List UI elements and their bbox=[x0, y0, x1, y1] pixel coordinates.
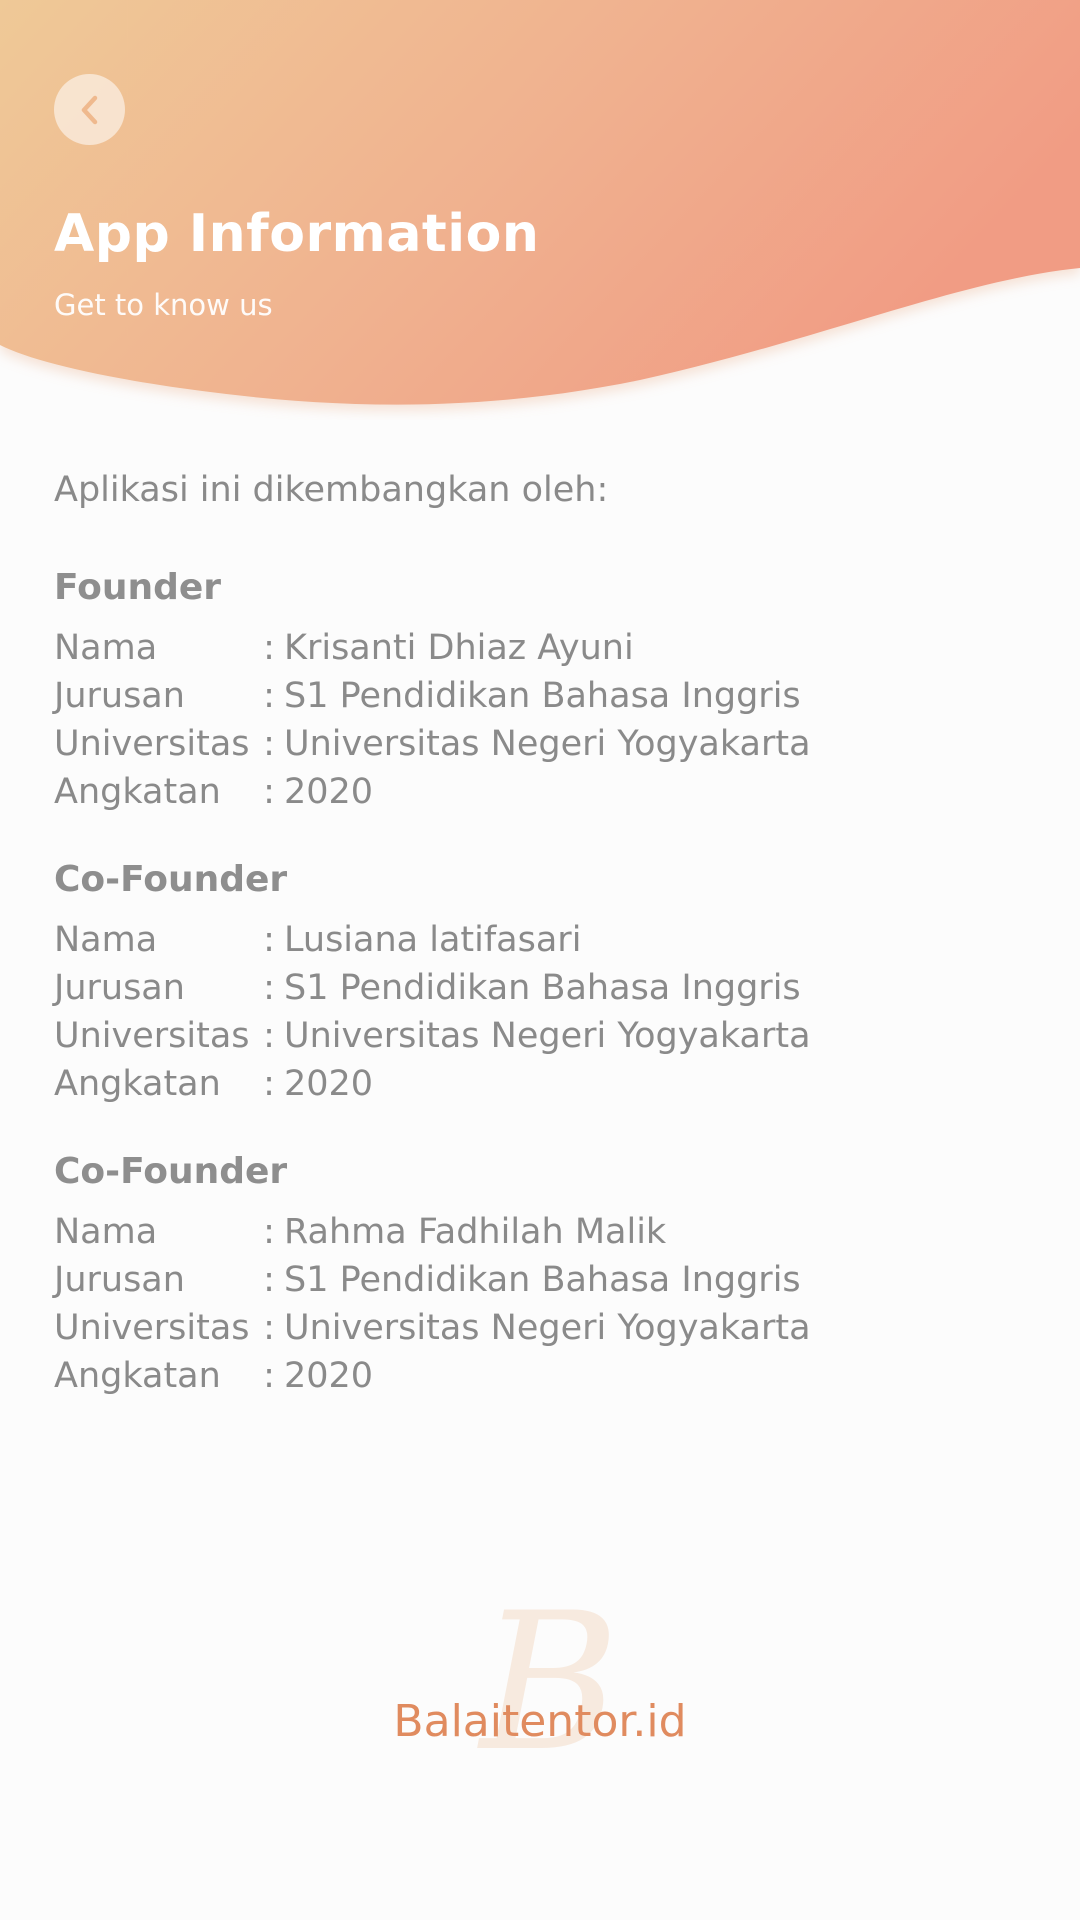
row-value: 2020 bbox=[284, 1356, 374, 1396]
info-row-nama: Nama : Krisanti Dhiaz Ayuni bbox=[54, 624, 1034, 672]
row-label: Jurusan bbox=[54, 1260, 185, 1300]
row-separator: : bbox=[263, 920, 275, 960]
info-row-angkatan: Angkatan : 2020 bbox=[54, 768, 1034, 816]
row-separator: : bbox=[263, 1212, 275, 1252]
page-title: App Information bbox=[54, 204, 540, 264]
row-separator: : bbox=[263, 1016, 275, 1056]
row-label: Universitas bbox=[54, 724, 250, 764]
row-separator: : bbox=[263, 1260, 275, 1300]
section-title: Co-Founder bbox=[54, 859, 288, 900]
row-value: Krisanti Dhiaz Ayuni bbox=[284, 628, 634, 668]
row-separator: : bbox=[263, 1308, 275, 1348]
row-separator: : bbox=[263, 1356, 275, 1396]
row-separator: : bbox=[263, 676, 275, 716]
intro-text: Aplikasi ini dikembangkan oleh: bbox=[54, 470, 609, 510]
row-value: Lusiana latifasari bbox=[284, 920, 582, 960]
row-label: Jurusan bbox=[54, 968, 185, 1008]
co-founder-section-2: Co-Founder Nama : Rahma Fadhilah Malik J… bbox=[54, 1148, 1034, 1400]
row-value: S1 Pendidikan Bahasa Inggris bbox=[284, 968, 801, 1008]
brand-name: Balaitentor.id bbox=[393, 1696, 687, 1747]
info-row-nama: Nama : Rahma Fadhilah Malik bbox=[54, 1208, 1034, 1256]
section-title: Co-Founder bbox=[54, 1151, 288, 1192]
back-button[interactable] bbox=[54, 74, 125, 145]
row-value: Universitas Negeri Yogyakarta bbox=[284, 724, 811, 764]
row-label: Nama bbox=[54, 628, 158, 668]
row-label: Universitas bbox=[54, 1016, 250, 1056]
row-value: 2020 bbox=[284, 772, 374, 812]
row-value: S1 Pendidikan Bahasa Inggris bbox=[284, 1260, 801, 1300]
info-row-nama: Nama : Lusiana latifasari bbox=[54, 916, 1034, 964]
developer-info: Aplikasi ini dikembangkan oleh: Founder … bbox=[54, 466, 1034, 1440]
co-founder-section-1: Co-Founder Nama : Lusiana latifasari Jur… bbox=[54, 856, 1034, 1108]
info-row-angkatan: Angkatan : 2020 bbox=[54, 1352, 1034, 1400]
section-title: Founder bbox=[54, 567, 222, 608]
row-separator: : bbox=[263, 724, 275, 764]
row-separator: : bbox=[263, 628, 275, 668]
row-label: Angkatan bbox=[54, 772, 221, 812]
brand-mark: B bbox=[480, 1572, 620, 1793]
row-separator: : bbox=[263, 968, 275, 1008]
row-value: S1 Pendidikan Bahasa Inggris bbox=[284, 676, 801, 716]
info-row-universitas: Universitas : Universitas Negeri Yogyaka… bbox=[54, 720, 1034, 768]
row-label: Nama bbox=[54, 920, 158, 960]
info-row-universitas: Universitas : Universitas Negeri Yogyaka… bbox=[54, 1304, 1034, 1352]
row-label: Angkatan bbox=[54, 1356, 221, 1396]
row-label: Jurusan bbox=[54, 676, 185, 716]
row-label: Universitas bbox=[54, 1308, 250, 1348]
page-subtitle: Get to know us bbox=[54, 288, 273, 322]
row-separator: : bbox=[263, 1064, 275, 1104]
row-value: Universitas Negeri Yogyakarta bbox=[284, 1308, 811, 1348]
row-separator: : bbox=[263, 772, 275, 812]
chevron-left-icon bbox=[77, 94, 103, 126]
info-row-universitas: Universitas : Universitas Negeri Yogyaka… bbox=[54, 1012, 1034, 1060]
row-value: Universitas Negeri Yogyakarta bbox=[284, 1016, 811, 1056]
founder-section: Founder Nama : Krisanti Dhiaz Ayuni Juru… bbox=[54, 564, 1034, 816]
row-label: Angkatan bbox=[54, 1064, 221, 1104]
row-value: Rahma Fadhilah Malik bbox=[284, 1212, 667, 1252]
info-row-jurusan: Jurusan : S1 Pendidikan Bahasa Inggris bbox=[54, 672, 1034, 720]
info-row-jurusan: Jurusan : S1 Pendidikan Bahasa Inggris bbox=[54, 1256, 1034, 1304]
info-row-jurusan: Jurusan : S1 Pendidikan Bahasa Inggris bbox=[54, 964, 1034, 1012]
brand-logo: B Balaitentor.id bbox=[0, 1580, 1080, 1780]
row-value: 2020 bbox=[284, 1064, 374, 1104]
row-label: Nama bbox=[54, 1212, 158, 1252]
info-row-angkatan: Angkatan : 2020 bbox=[54, 1060, 1034, 1108]
